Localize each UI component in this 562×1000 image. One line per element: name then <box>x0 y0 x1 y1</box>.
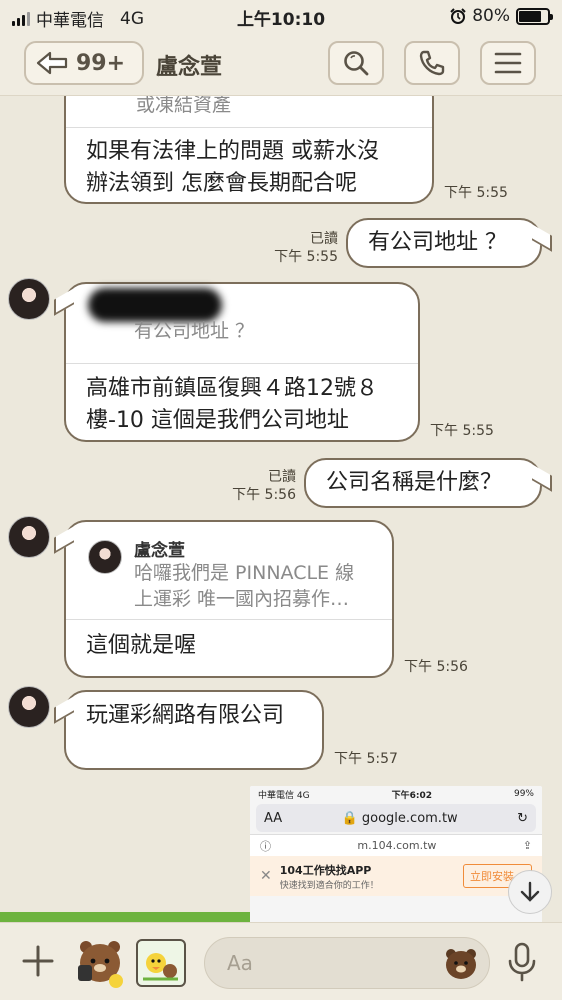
read-receipt: 已讀 <box>268 469 296 485</box>
message-time: 下午 5:56 <box>232 487 296 503</box>
message-bubble-incoming[interactable]: 或凍結資產 如果有法律上的問題 或薪水沒 辦法領到 怎麼會長期配合呢 <box>64 96 434 204</box>
bear-sticker-icon[interactable] <box>74 937 126 989</box>
search-icon <box>344 51 369 76</box>
input-bar: Aa <box>0 922 562 1000</box>
message-time: 下午 5:55 <box>444 185 508 201</box>
read-receipt: 已讀 <box>310 231 338 247</box>
carrier: 中華電信 <box>36 11 104 31</box>
message-time: 下午 5:56 <box>404 659 468 675</box>
status-bar: 中華電信 4G 上午10:10 80% <box>0 0 562 32</box>
search-button[interactable] <box>328 41 384 85</box>
status-left: 中華電信 4G <box>12 6 144 31</box>
avatar[interactable] <box>8 516 50 558</box>
share-icon: ⇪ <box>522 839 532 852</box>
message-input[interactable]: Aa <box>204 937 490 989</box>
preview-app-banner: ✕ 104工作快找APP 快速找到適合你的工作！ 立即安裝 A <box>250 856 542 896</box>
info-icon: ⓘ <box>260 839 271 853</box>
microphone-icon[interactable] <box>504 941 540 983</box>
quote-text: 哈囉我們是 PINNACLE 線 上運彩 唯一國內招募作… <box>134 562 355 610</box>
preview-address-bar: AA 🔒 google.com.tw ↻ <box>256 804 536 832</box>
message-bubble-incoming[interactable]: 玩運彩網路有限公司 <box>54 690 324 770</box>
quote-text: 或凍結資產 <box>136 96 232 116</box>
sticker-shop-icon[interactable] <box>136 939 186 987</box>
emoji-icon[interactable] <box>443 946 479 982</box>
quote-avatar <box>88 540 122 574</box>
chat-header: 99+ 盧念萱 <box>0 32 562 96</box>
reply-quote: 盧念萱 哈囉我們是 PINNACLE 線 上運彩 唯一國內招募作… <box>66 522 392 620</box>
reply-quote: 或凍結資產 <box>66 96 432 128</box>
network: 4G <box>120 8 144 29</box>
reload-icon: ↻ <box>517 810 528 826</box>
preview-sub-bar: ⓘ m.104.com.tw ⇪ <box>250 834 542 856</box>
message-bubble-incoming[interactable]: 有公司地址 ？ 高雄市前鎮區復興４路12號８ 樓-10 這個是我們公司地址 <box>54 282 420 442</box>
message-text: 如果有法律上的問題 或薪水沒 辦法領到 怎麼會長期配合呢 <box>86 139 379 196</box>
message-text: 公司名稱是什麼？ <box>326 470 503 495</box>
back-arrow-icon <box>36 51 68 75</box>
image-message[interactable]: 中華電信 4G 下午6:02 99% AA 🔒 google.com.tw ↻ … <box>250 786 542 922</box>
message-bubble-incoming[interactable]: 盧念萱 哈囉我們是 PINNACLE 線 上運彩 唯一國內招募作… 這個就是喔 <box>54 520 394 678</box>
avatar[interactable] <box>8 686 50 728</box>
reply-quote: 有公司地址 ？ <box>66 284 418 364</box>
message-time: 下午 5:55 <box>430 423 494 439</box>
menu-icon <box>494 52 522 74</box>
redacted-blur <box>88 288 222 322</box>
message-text: 玩運彩網路有限公司 <box>86 703 285 728</box>
message-bubble-outgoing[interactable]: 公司名稱是什麼？ <box>304 458 552 508</box>
preview-status-bar: 中華電信 4G 下午6:02 99% <box>250 786 542 802</box>
message-bubble-outgoing[interactable]: 有公司地址 ？ <box>346 218 552 268</box>
battery-percent: 80% <box>472 6 510 26</box>
message-text: 高雄市前鎮區復興４路12號８ 樓-10 這個是我們公司地址 <box>86 376 378 433</box>
message-time: 下午 5:57 <box>334 751 398 767</box>
scroll-down-button[interactable] <box>508 870 552 914</box>
status-right: 80% <box>450 6 553 26</box>
decorative-bar <box>0 912 250 922</box>
quote-sender: 盧念萱 <box>134 541 185 561</box>
avatar[interactable] <box>8 278 50 320</box>
call-button[interactable] <box>404 41 460 85</box>
close-icon: ✕ <box>260 868 272 884</box>
chat-title: 盧念萱 <box>156 55 223 80</box>
message-text: 有公司地址 ？ <box>368 230 507 255</box>
quote-text: 有公司地址 ？ <box>134 320 255 342</box>
plus-icon[interactable] <box>18 941 58 981</box>
battery-icon <box>516 7 553 25</box>
unread-count: 99+ <box>76 50 126 76</box>
message-text: 這個就是喔 <box>86 633 197 658</box>
back-button[interactable]: 99+ <box>24 41 144 85</box>
message-time: 下午 5:55 <box>274 249 338 265</box>
lock-icon: 🔒 <box>341 810 358 826</box>
signal-icon <box>12 11 30 26</box>
phone-icon <box>419 50 445 76</box>
chat-area[interactable]: 或凍結資產 如果有法律上的問題 或薪水沒 辦法領到 怎麼會長期配合呢 下午 5:… <box>0 96 562 922</box>
arrow-down-icon <box>520 881 540 902</box>
alarm-icon <box>450 8 466 24</box>
menu-button[interactable] <box>480 41 536 85</box>
message-input-placeholder: Aa <box>227 951 253 975</box>
